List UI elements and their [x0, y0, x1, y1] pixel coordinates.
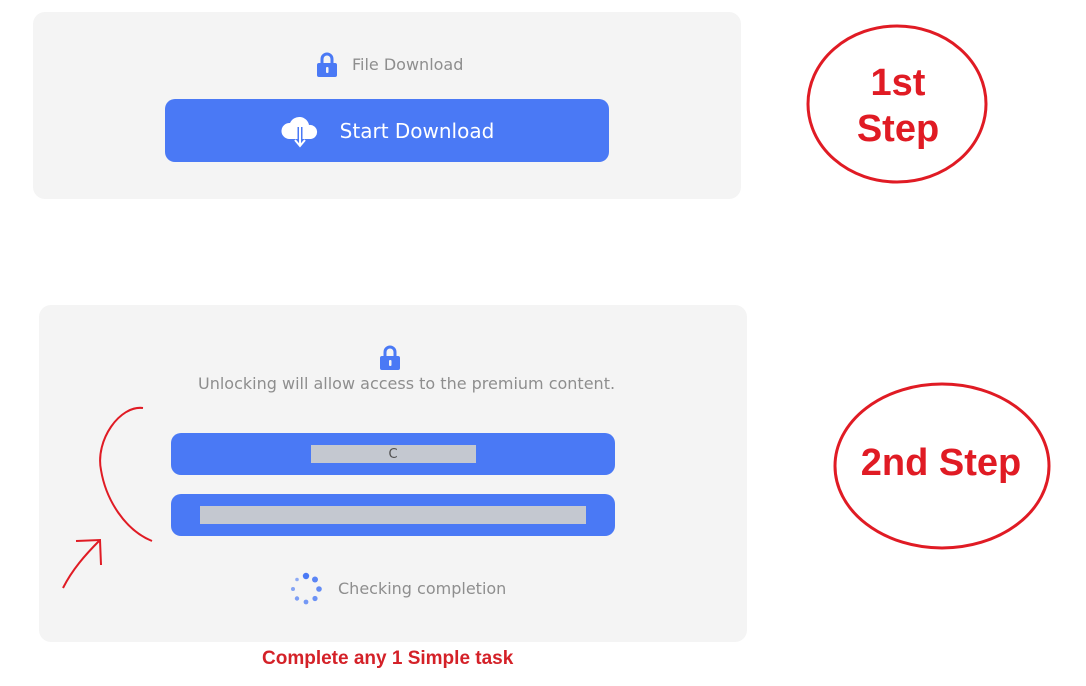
lock-icon [316, 52, 338, 82]
step1-label-line2: Step [856, 108, 940, 150]
step2-annotation: 2nd Step [860, 442, 1022, 484]
cloud-download-icon [280, 113, 320, 149]
step1-label-line1: 1st [870, 62, 926, 104]
task-button-1[interactable]: C [171, 433, 615, 475]
lock-icon [379, 345, 401, 375]
instruction-caption: Complete any 1 Simple task [262, 648, 514, 669]
task-button-2[interactable] [171, 494, 615, 536]
start-download-button[interactable]: Start Download [165, 99, 609, 162]
loading-spinner-icon [289, 572, 323, 610]
checking-completion-label: Checking completion [338, 579, 507, 598]
unlock-message: Unlocking will allow access to the premi… [198, 374, 616, 393]
redacted-task-label [200, 506, 586, 524]
redacted-task-label: C [310, 445, 476, 463]
step1-annotation: 1st Step [808, 60, 988, 152]
file-download-label: File Download [352, 55, 464, 74]
start-download-label: Start Download [339, 118, 495, 143]
